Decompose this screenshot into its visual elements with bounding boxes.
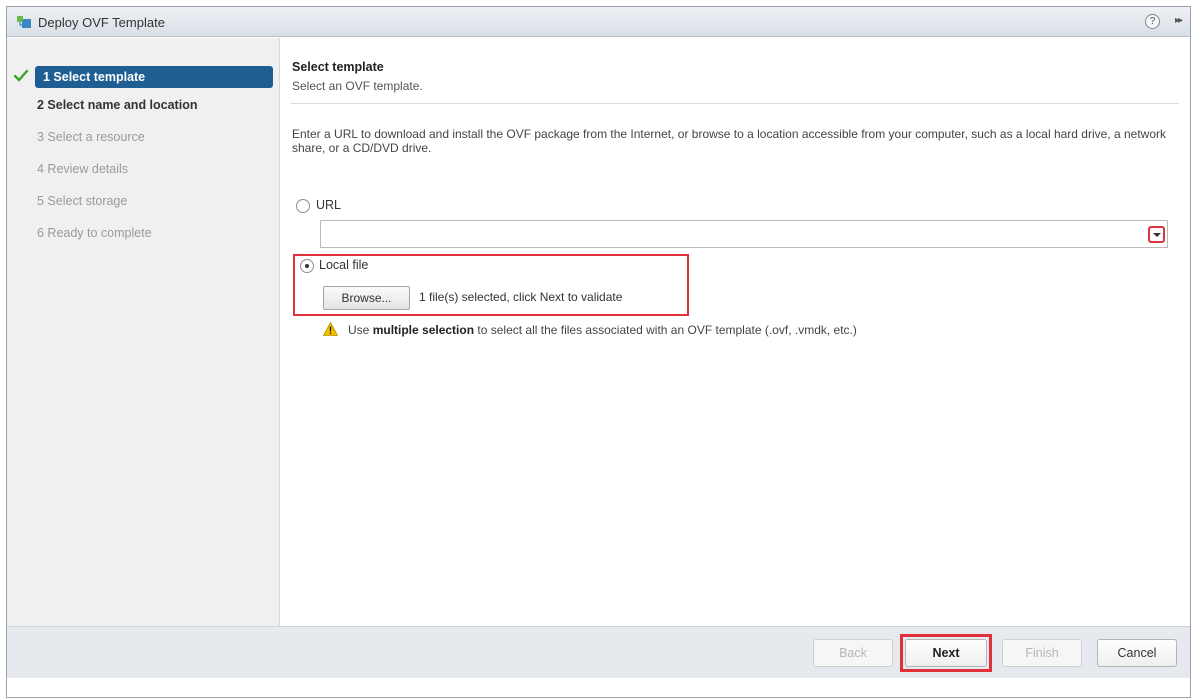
warning-bold-text: multiple selection [372, 323, 475, 337]
deploy-ovf-dialog: Deploy OVF Template ? ▸▸ 1 Select templa… [6, 6, 1191, 698]
help-icon[interactable]: ? [1145, 14, 1160, 29]
section-subtitle: Select an OVF template. [292, 79, 423, 93]
url-dropdown-button[interactable] [1148, 226, 1165, 243]
local-file-radio[interactable] [300, 259, 314, 273]
back-button[interactable]: Back [813, 639, 893, 667]
description-text: Enter a URL to download and install the … [292, 127, 1167, 155]
checkmark-icon [13, 69, 29, 82]
section-title: Select template [292, 60, 384, 74]
step-select-resource: 3 Select a resource [37, 130, 145, 144]
main-content: Select template Select an OVF template. … [281, 38, 1190, 678]
step-select-name-location[interactable]: 2 Select name and location [7, 98, 197, 120]
warning-text: Use multiple selection to select all the… [348, 323, 857, 337]
browse-button[interactable]: Browse... [323, 286, 410, 310]
url-input[interactable] [320, 220, 1168, 248]
divider [291, 103, 1179, 104]
step-review-details: 4 Review details [37, 162, 129, 176]
warning-icon [323, 322, 338, 336]
step-select-storage: 5 Select storage [37, 194, 128, 208]
title-bar: Deploy OVF Template ? ▸▸ [7, 7, 1190, 37]
url-radio[interactable] [296, 199, 310, 213]
next-button[interactable]: Next [905, 639, 987, 667]
dialog-title: Deploy OVF Template [38, 15, 165, 30]
local-file-radio-label[interactable]: Local file [319, 258, 368, 272]
expand-icon[interactable]: ▸▸ [1175, 15, 1183, 26]
step-select-template[interactable]: 1 Select template [35, 66, 273, 88]
url-radio-label[interactable]: URL [316, 198, 341, 212]
file-status-text: 1 file(s) selected, click Next to valida… [419, 290, 623, 304]
wizard-steps-sidebar: 1 Select template 2 Select name and loca… [7, 38, 280, 678]
ovf-template-icon [17, 16, 31, 28]
cancel-button[interactable]: Cancel [1097, 639, 1177, 667]
finish-button[interactable]: Finish [1002, 639, 1082, 667]
footer: Back Next Finish Cancel [7, 626, 1190, 698]
footer-bar: Back Next Finish Cancel [7, 626, 1190, 678]
step-ready-to-complete: 6 Ready to complete [37, 226, 152, 240]
